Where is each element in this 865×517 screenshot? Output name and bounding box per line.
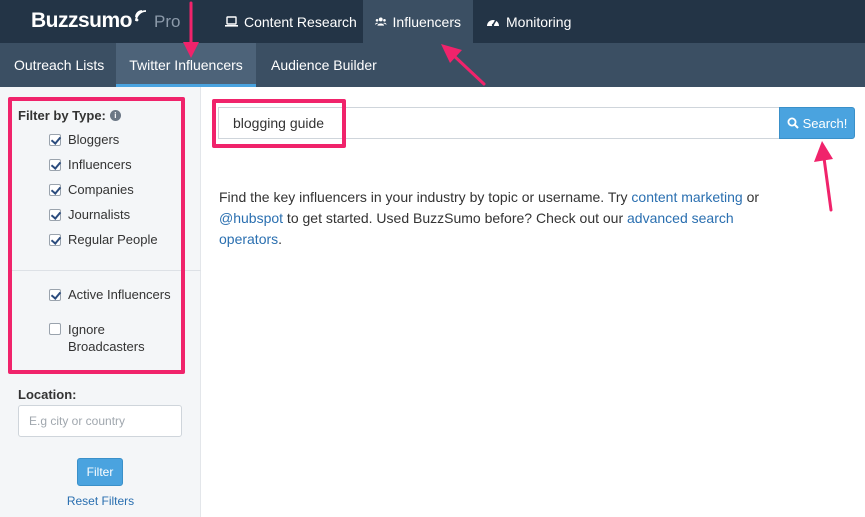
hubspot-link[interactable]: @hubspot <box>219 210 283 226</box>
sub-nav: Outreach Lists Twitter Influencers Audie… <box>0 43 865 87</box>
tab-label: Outreach Lists <box>14 57 105 73</box>
filter-journalists[interactable]: Journalists <box>49 207 130 222</box>
intro-text-part: Find the key influencers in your industr… <box>219 189 632 205</box>
nav-monitoring[interactable]: Monitoring <box>474 0 583 43</box>
intro-text-part: to get started. Used BuzzSumo before? Ch… <box>283 210 628 226</box>
tab-label: Audience Builder <box>271 57 377 73</box>
reset-filters-link[interactable]: Reset Filters <box>0 494 201 508</box>
intro-text-part: or <box>742 189 760 205</box>
divider <box>8 270 201 271</box>
search-button-label: Search! <box>802 115 848 131</box>
checkbox[interactable] <box>49 234 61 246</box>
tab-outreach-lists[interactable]: Outreach Lists <box>14 43 104 87</box>
checkbox-label: Active Influencers <box>68 287 171 302</box>
filter-companies[interactable]: Companies <box>49 182 134 197</box>
filter-active-influencers[interactable]: Active Influencers <box>49 287 171 302</box>
logo-wordmark: Buzzsumo <box>31 9 133 32</box>
logo-pro-label: Pro <box>154 12 181 31</box>
filter-title: Filter by Type: i <box>18 108 121 123</box>
checkbox-label: Journalists <box>68 207 131 222</box>
tab-audience-builder[interactable]: Audience Builder <box>271 43 377 87</box>
filter-sidebar: Filter by Type: i Bloggers Influencers C… <box>0 87 201 517</box>
checkbox-label: Companies <box>68 182 134 197</box>
checkbox[interactable] <box>49 134 61 146</box>
checkbox-label: Ignore Broadcasters <box>68 322 145 354</box>
users-icon <box>375 17 387 26</box>
checkbox[interactable] <box>49 289 61 301</box>
tab-twitter-influencers[interactable]: Twitter Influencers <box>116 43 256 87</box>
checkbox-label: Regular People <box>68 232 158 247</box>
tab-label: Twitter Influencers <box>129 57 243 73</box>
dashboard-icon <box>487 19 499 27</box>
filter-regular-people[interactable]: Regular People <box>49 232 158 247</box>
checkbox[interactable] <box>49 209 61 221</box>
search-field[interactable] <box>218 107 779 139</box>
checkbox-label: Influencers <box>68 157 132 172</box>
location-label: Location: <box>18 387 77 402</box>
filter-button[interactable]: Filter <box>77 458 123 486</box>
nav-label: Influencers <box>392 13 461 30</box>
laptop-icon <box>225 16 238 27</box>
filter-bloggers[interactable]: Bloggers <box>49 132 119 147</box>
checkbox[interactable] <box>49 159 61 171</box>
intro-text-part: . <box>278 231 283 247</box>
search-icon <box>787 117 799 129</box>
checkbox[interactable] <box>49 184 61 196</box>
filter-influencers[interactable]: Influencers <box>49 157 132 172</box>
intro-text: Find the key influencers in your industr… <box>219 187 779 250</box>
checkbox[interactable] <box>49 323 61 335</box>
nav-content-research[interactable]: Content Research <box>213 0 369 43</box>
filter-ignore-broadcasters[interactable]: Ignore Broadcasters <box>49 321 149 355</box>
info-icon[interactable]: i <box>109 110 121 121</box>
arrow-search-button <box>814 141 833 212</box>
search-input[interactable] <box>219 108 779 138</box>
location-input[interactable] <box>18 405 182 437</box>
nav-label: Monitoring <box>506 13 572 30</box>
logo[interactable]: Buzzsumo Pro <box>31 9 180 33</box>
top-nav: Buzzsumo Pro Content Research Influencer… <box>0 0 865 43</box>
content-marketing-link[interactable]: content marketing <box>631 189 742 205</box>
search-button[interactable]: Search! <box>779 107 855 139</box>
nav-influencers[interactable]: Influencers <box>363 0 473 43</box>
signal-icon <box>134 9 148 23</box>
nav-label: Content Research <box>244 13 357 30</box>
checkbox-label: Bloggers <box>68 132 120 147</box>
filter-title-text: Filter by Type: <box>18 108 106 123</box>
